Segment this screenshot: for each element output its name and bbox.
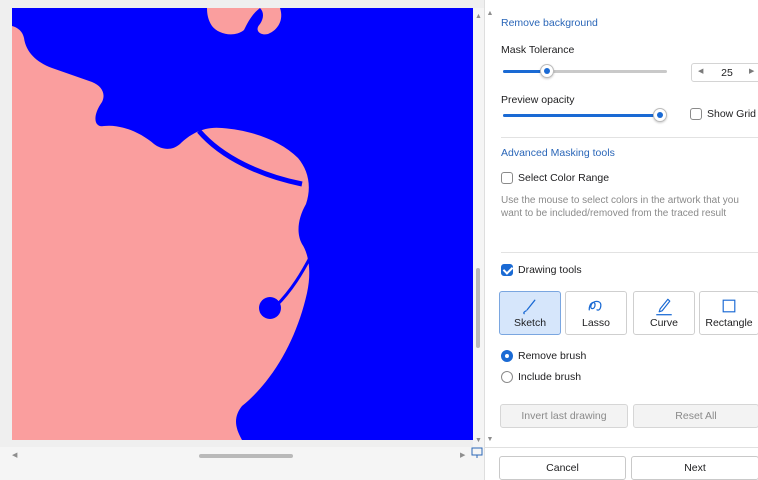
lasso-tool-button[interactable]: Lasso bbox=[565, 291, 627, 335]
show-grid-label[interactable]: Show Grid bbox=[707, 108, 756, 120]
sketch-tool-label: Sketch bbox=[513, 317, 547, 329]
brush-icon bbox=[523, 299, 536, 315]
preview-opacity-label: Preview opacity bbox=[501, 94, 575, 106]
horizontal-scroll-thumb[interactable] bbox=[199, 454, 293, 458]
lasso-tool-label: Lasso bbox=[581, 317, 611, 329]
drawing-tools-label[interactable]: Drawing tools bbox=[518, 264, 582, 276]
canvas-horizontal-scrollbar[interactable]: ◀ ▶ bbox=[0, 447, 484, 480]
sketch-tool-button[interactable]: Sketch bbox=[499, 291, 561, 335]
dialog-footer: Cancel Next bbox=[485, 447, 758, 480]
canvas-vertical-scrollbar[interactable]: ▲ ▼ bbox=[473, 8, 484, 447]
reset-all-button[interactable]: Reset All bbox=[633, 404, 758, 428]
mask-preview-shape bbox=[12, 8, 473, 440]
scroll-down-arrow-icon[interactable]: ▼ bbox=[474, 436, 483, 446]
remove-brush-label[interactable]: Remove brush bbox=[518, 350, 586, 362]
curve-pen-icon bbox=[656, 298, 672, 316]
curve-tool-button[interactable]: Curve bbox=[633, 291, 695, 335]
increment-arrow-icon[interactable]: ▶ bbox=[749, 67, 754, 75]
remove-brush-radio[interactable] bbox=[501, 350, 513, 362]
color-range-help-text: Use the mouse to select colors in the ar… bbox=[501, 195, 739, 219]
preview-opacity-slider-knob[interactable] bbox=[653, 108, 667, 122]
rectangle-tool-button[interactable]: Rectangle bbox=[699, 291, 758, 335]
scroll-left-arrow-icon[interactable]: ◀ bbox=[12, 451, 17, 459]
show-grid-checkbox[interactable] bbox=[690, 108, 702, 120]
panel-scroll-up-icon[interactable]: ▲ bbox=[485, 10, 495, 17]
invert-last-drawing-button[interactable]: Invert last drawing bbox=[500, 404, 628, 428]
canvas-area: ▲ ▼ ◀ ▶ bbox=[0, 0, 484, 480]
section-divider bbox=[501, 137, 758, 138]
vertical-scroll-thumb[interactable] bbox=[476, 268, 480, 348]
select-color-range-label[interactable]: Select Color Range bbox=[518, 172, 609, 184]
preview-toggle-icon[interactable] bbox=[470, 447, 484, 459]
panel-scroll-down-icon[interactable]: ▼ bbox=[485, 436, 495, 443]
next-button[interactable]: Next bbox=[631, 456, 758, 480]
mask-tolerance-stepper[interactable]: ◀ 25 ▶ bbox=[691, 63, 758, 82]
preview-opacity-slider[interactable] bbox=[503, 114, 663, 117]
drawing-tools-checkbox[interactable] bbox=[501, 264, 513, 276]
settings-panel: ▲ ▼ Remove background Mask Tolerance ◀ 2… bbox=[484, 0, 758, 480]
cancel-button[interactable]: Cancel bbox=[499, 456, 626, 480]
advanced-masking-title: Advanced Masking tools bbox=[501, 147, 615, 159]
artwork-preview[interactable] bbox=[12, 8, 473, 440]
mask-tolerance-slider[interactable] bbox=[503, 70, 667, 73]
rectangle-tool-label: Rectangle bbox=[705, 317, 753, 329]
mask-tolerance-slider-knob[interactable] bbox=[540, 64, 554, 78]
section-divider bbox=[501, 252, 758, 253]
rectangle-icon bbox=[722, 299, 736, 313]
lasso-icon bbox=[588, 300, 602, 311]
scroll-up-arrow-icon[interactable]: ▲ bbox=[474, 12, 483, 22]
curve-tool-label: Curve bbox=[649, 317, 678, 329]
scroll-right-arrow-icon[interactable]: ▶ bbox=[460, 451, 465, 459]
mask-tolerance-label: Mask Tolerance bbox=[501, 44, 575, 56]
select-color-range-checkbox[interactable] bbox=[501, 172, 513, 184]
include-brush-radio[interactable] bbox=[501, 371, 513, 383]
remove-background-title: Remove background bbox=[501, 17, 598, 29]
include-brush-label[interactable]: Include brush bbox=[518, 371, 581, 383]
